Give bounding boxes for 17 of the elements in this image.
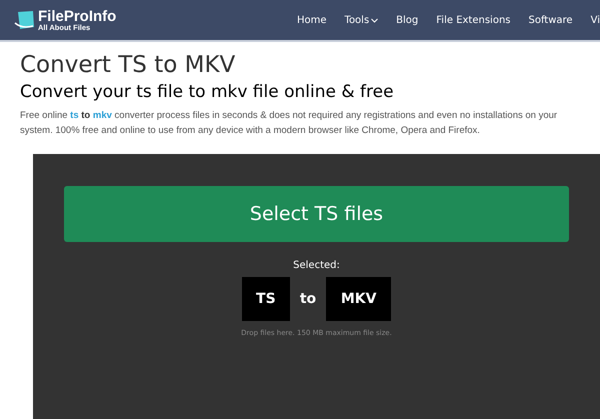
nav-link[interactable]: File Extensions [436,12,510,28]
nav-link[interactable]: Software [528,12,573,28]
nav-link[interactable]: Home [297,12,327,28]
page-title: Convert TS to MKV [20,51,236,80]
target-format: MKV [326,277,392,321]
nav-link[interactable]: Vi [590,12,600,28]
source-format: TS [242,277,290,321]
nav-link[interactable]: Tools [344,12,378,28]
chevron-down-icon [371,18,378,22]
nav-link[interactable]: Blog [396,12,418,28]
select-files-button[interactable]: Select TS files [64,186,569,242]
page-subtitle: Convert your ts file to mkv file online & free [20,81,395,104]
logo-icon [14,9,36,31]
selected-label: Selected: [293,259,340,273]
description-text: Free online ts to mkv converter process files in seconds & does not required any registrations and even no installations on your system. 100% free and online to use from any device with a modern browser like Chrome, Opera and Firefox. [20,109,558,138]
logo-name[interactable]: FileProInfo [38,8,116,24]
to-label: to [300,290,316,308]
